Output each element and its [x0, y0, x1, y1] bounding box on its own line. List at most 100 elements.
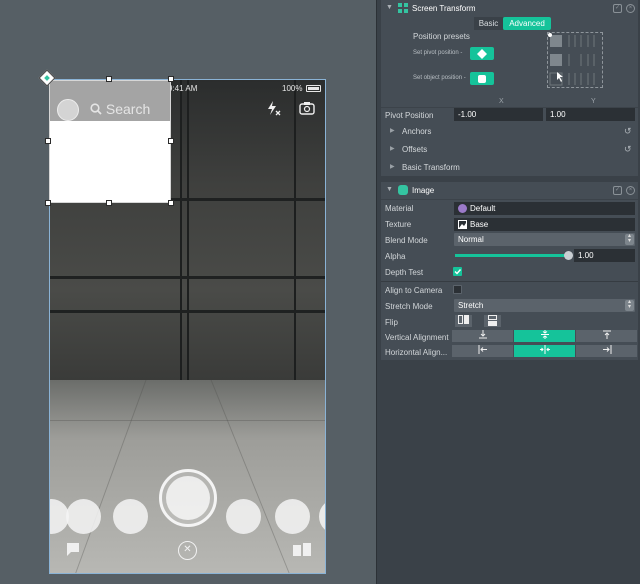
section-title: Image	[412, 186, 435, 195]
collapse-triangle-icon[interactable]: ▼	[386, 186, 393, 193]
texture-value: Base	[470, 220, 489, 229]
select-arrows-icon: ▴ ▾	[625, 299, 634, 311]
lens-carousel-item[interactable]	[66, 499, 101, 534]
preset-grid-icon	[548, 33, 595, 86]
tab-advanced[interactable]: Advanced	[503, 17, 551, 30]
align-right-icon	[602, 345, 611, 354]
search-icon	[90, 103, 102, 115]
offsets-label: Offsets	[402, 145, 428, 154]
vertical-alignment-label: Vertical Alignment	[385, 333, 449, 342]
tab-basic[interactable]: Basic	[474, 17, 503, 30]
align-left-icon	[478, 345, 487, 354]
flip-camera-icon[interactable]	[298, 100, 316, 120]
expand-triangle-icon[interactable]: ▶	[390, 127, 395, 134]
set-object-button[interactable]	[470, 72, 494, 85]
resize-handle-top[interactable]	[106, 76, 112, 82]
search-placeholder: Search	[105, 101, 151, 117]
reset-icon[interactable]: ↺	[624, 126, 632, 137]
flip-horizontal-button[interactable]	[455, 315, 472, 327]
image-panel: ▼ Image ✓ × Material Default Texture Bas…	[381, 182, 638, 360]
stretch-mode-label: Stretch Mode	[385, 302, 433, 311]
anchors-section[interactable]: ▶ Anchors ↺	[381, 123, 638, 140]
set-object-label: Set object position -	[413, 75, 466, 81]
stretch-mode-select[interactable]: Stretch ▴ ▾	[454, 299, 635, 312]
axis-y-label: Y	[591, 98, 596, 105]
offsets-section[interactable]: ▶ Offsets ↺	[381, 141, 638, 158]
section-title: Screen Transform	[412, 4, 476, 13]
enable-toggle-icon[interactable]: ✓	[613, 186, 622, 195]
scene-viewport[interactable]: ••••• 9:41 AM 100% ✕ Se	[0, 0, 376, 584]
flash-off-icon[interactable]	[265, 100, 281, 120]
align-hcenter-button[interactable]	[514, 345, 575, 357]
material-label: Material	[385, 204, 414, 213]
wall-seam	[50, 276, 325, 279]
select-arrows-icon: ▴ ▾	[625, 233, 634, 245]
lens-carousel-item[interactable]	[113, 499, 148, 534]
alpha-slider-handle[interactable]	[564, 251, 573, 260]
basic-transform-section[interactable]: ▶ Basic Transform	[381, 159, 638, 176]
divider	[381, 281, 638, 282]
flip-vertical-button[interactable]	[484, 315, 501, 327]
axis-x-label: X	[499, 98, 504, 105]
resize-handle-left[interactable]	[45, 138, 51, 144]
set-pivot-label: Set pivot position -	[413, 50, 463, 56]
align-left-button[interactable]	[452, 345, 513, 357]
stretch-mode-value: Stretch	[458, 301, 484, 310]
texture-field[interactable]: Base	[454, 218, 635, 231]
screen-transform-header[interactable]: ▼ Screen Transform ✓ ×	[381, 0, 638, 17]
alpha-label: Alpha	[385, 252, 406, 261]
position-presets-label: Position presets	[413, 32, 470, 41]
expand-triangle-icon[interactable]: ▶	[390, 145, 395, 152]
flip-vertical-icon	[488, 315, 497, 326]
align-vcenter-button[interactable]	[514, 330, 575, 342]
battery-percent: 100%	[282, 84, 303, 93]
reset-icon[interactable]: ↺	[624, 144, 632, 155]
lens-carousel-item[interactable]	[226, 499, 261, 534]
wall-seam	[294, 80, 296, 380]
status-time: 9:41 AM	[168, 84, 198, 93]
object-preset-icon	[478, 75, 486, 83]
wall-seam	[180, 80, 182, 380]
selected-image-widget[interactable]: Search	[49, 80, 171, 203]
resize-handle-bottom-right[interactable]	[168, 200, 174, 206]
image-header[interactable]: ▼ Image ✓ ×	[381, 182, 638, 199]
align-top-icon	[602, 330, 611, 339]
memories-icon[interactable]	[292, 542, 312, 559]
basic-transform-label: Basic Transform	[402, 163, 460, 172]
position-preset-grid[interactable]	[547, 32, 603, 88]
anchors-label: Anchors	[402, 127, 432, 136]
inspector-panel: ▼ Screen Transform ✓ × Basic Advanced Po…	[376, 0, 640, 584]
enable-toggle-icon[interactable]: ✓	[613, 4, 622, 13]
shutter-button[interactable]	[159, 469, 217, 527]
depth-test-label: Depth Test	[385, 268, 424, 277]
align-camera-label: Align to Camera	[385, 286, 443, 295]
resize-handle-bottom-left[interactable]	[45, 200, 51, 206]
material-field[interactable]: Default	[454, 202, 635, 215]
remove-component-icon[interactable]: ×	[626, 186, 635, 195]
depth-test-checkbox[interactable]	[453, 267, 462, 276]
alpha-input[interactable]: 1.00	[574, 249, 635, 262]
flip-label: Flip	[385, 318, 398, 327]
blend-mode-value: Normal	[458, 235, 484, 244]
set-pivot-button[interactable]	[470, 47, 494, 60]
collapse-triangle-icon[interactable]: ▼	[386, 4, 393, 11]
chat-icon[interactable]	[66, 542, 80, 559]
resize-handle-right[interactable]	[168, 138, 174, 144]
screen-transform-panel: ▼ Screen Transform ✓ × Basic Advanced Po…	[381, 0, 638, 176]
blend-mode-select[interactable]: Normal ▴ ▾	[454, 233, 635, 246]
horizontal-alignment-label: Horizontal Align...	[385, 348, 448, 357]
lens-carousel-item[interactable]	[275, 499, 310, 534]
expand-triangle-icon[interactable]: ▶	[390, 163, 395, 170]
alpha-slider-track[interactable]	[455, 251, 573, 260]
close-circle-icon[interactable]: ✕	[178, 541, 197, 560]
resize-handle-bottom[interactable]	[106, 200, 112, 206]
pivot-x-input[interactable]: -1.00	[454, 108, 543, 121]
align-bottom-button[interactable]	[452, 330, 513, 342]
pivot-y-input[interactable]: 1.00	[546, 108, 635, 121]
align-right-button[interactable]	[576, 345, 637, 357]
material-value: Default	[470, 204, 496, 213]
align-camera-checkbox[interactable]	[453, 285, 462, 294]
align-top-button[interactable]	[576, 330, 637, 342]
remove-component-icon[interactable]: ×	[626, 4, 635, 13]
resize-handle-top-right[interactable]	[168, 76, 174, 82]
